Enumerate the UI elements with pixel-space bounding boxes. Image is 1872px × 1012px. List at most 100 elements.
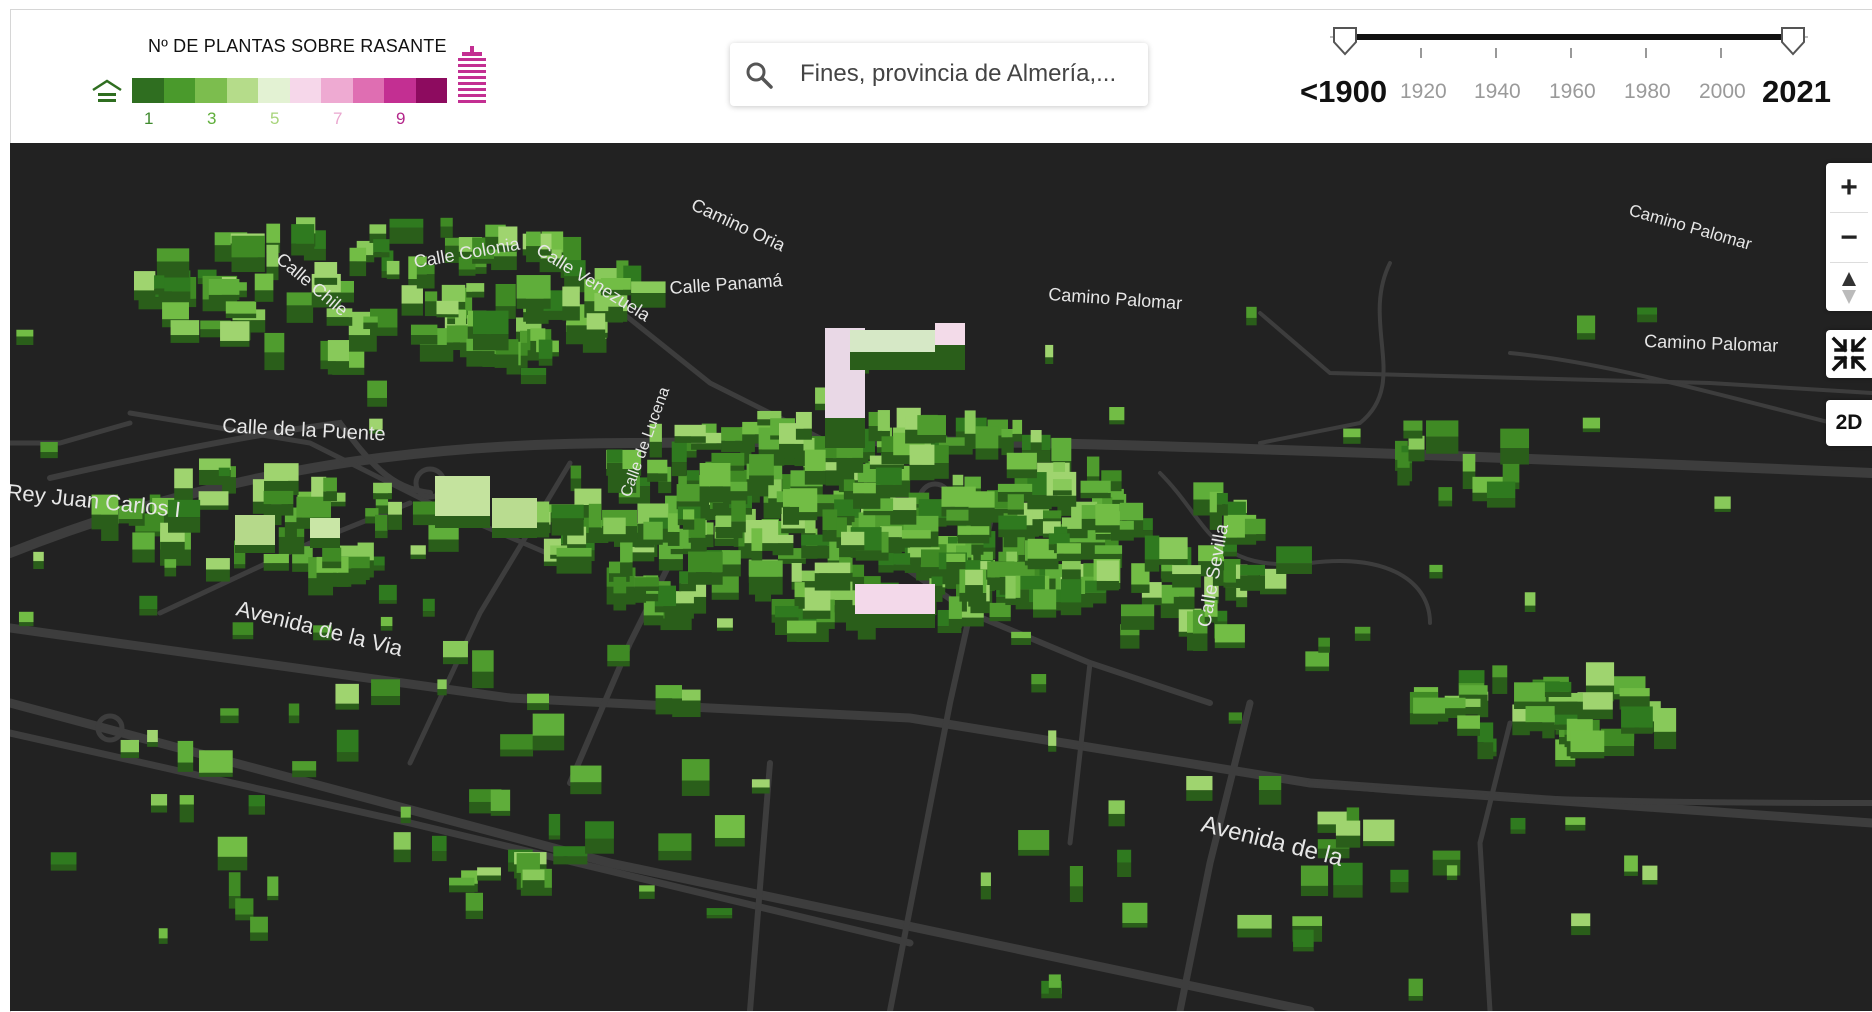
- building-roof: [1080, 480, 1111, 493]
- building-wall: [120, 752, 139, 758]
- building-roof: [1121, 604, 1155, 617]
- building-wall: [892, 564, 911, 571]
- building-roof: [520, 367, 547, 376]
- building-wall: [1046, 495, 1077, 507]
- building-wall: [490, 810, 511, 816]
- building-roof: [1500, 428, 1530, 449]
- timeline-start-handle[interactable]: [1332, 26, 1358, 56]
- building-roof: [548, 813, 561, 836]
- building-roof: [562, 286, 580, 307]
- map-3d-view[interactable]: Calle Colonia Calle Venezuela Calle Chil…: [10, 143, 1872, 1011]
- building-wall: [786, 633, 817, 642]
- building-roof: [266, 223, 281, 243]
- building-wall: [804, 470, 826, 485]
- building-wall: [401, 303, 423, 316]
- building-wall: [1544, 691, 1572, 697]
- timeline-end-handle[interactable]: [1780, 26, 1806, 56]
- timeline-tick-label: 1940: [1474, 80, 1521, 103]
- building-roof: [424, 291, 438, 302]
- building-roof: [997, 483, 1033, 492]
- building-wall: [389, 227, 424, 244]
- building-wall: [179, 804, 194, 823]
- building-roof: [1502, 463, 1520, 483]
- building-roof: [1048, 974, 1061, 988]
- building-wall: [139, 609, 158, 616]
- building-roof: [158, 928, 168, 939]
- building-roof: [1228, 712, 1242, 721]
- legend-number: 9: [396, 109, 406, 128]
- building-wall: [548, 835, 561, 840]
- building-wall: [170, 335, 200, 343]
- building-wall: [323, 491, 337, 502]
- zoom-in-button[interactable]: +: [1826, 163, 1872, 212]
- building-wall: [1052, 490, 1072, 496]
- building-roof: [386, 260, 400, 275]
- building-roof: [1109, 407, 1125, 421]
- building-wall: [1011, 638, 1031, 645]
- building-roof: [1007, 494, 1024, 510]
- building-roof: [516, 275, 551, 299]
- building-wall: [1318, 646, 1330, 653]
- building-roof: [490, 789, 511, 811]
- building-roof: [639, 885, 655, 892]
- building-roof: [380, 616, 393, 627]
- search-box[interactable]: [730, 43, 1148, 106]
- building-wall: [492, 528, 537, 538]
- collapse-icon: [1831, 336, 1867, 372]
- building-roof: [133, 271, 156, 291]
- building-wall: [1276, 563, 1312, 574]
- building-roof: [267, 876, 279, 896]
- building-wall: [1403, 430, 1423, 439]
- road-network: [10, 261, 1872, 1011]
- building-wall: [1027, 558, 1059, 570]
- building-wall: [154, 288, 165, 295]
- legend-color-scale: [132, 78, 447, 103]
- building-wall: [150, 805, 168, 813]
- search-icon: [746, 62, 773, 89]
- building-wall: [198, 772, 233, 777]
- building-roof: [1172, 565, 1201, 575]
- building-wall: [989, 617, 1011, 622]
- building-wall: [50, 864, 77, 871]
- building-wall: [909, 464, 935, 481]
- building-wall: [363, 322, 378, 330]
- building-wall: [466, 291, 485, 298]
- building-wall: [1236, 597, 1248, 608]
- building-roof: [477, 867, 501, 876]
- building-roof: [909, 444, 935, 465]
- building-wall: [373, 252, 390, 258]
- building-roof: [40, 442, 58, 453]
- building-roof: [437, 679, 447, 690]
- building-roof: [1031, 674, 1047, 685]
- building-roof: [1429, 564, 1443, 573]
- toggle-2d-button[interactable]: 2D: [1826, 400, 1872, 446]
- zoom-out-button[interactable]: −: [1826, 213, 1872, 262]
- search-input[interactable]: [800, 57, 1130, 91]
- building-roof: [291, 224, 315, 244]
- building-wall: [436, 314, 459, 318]
- building-roof: [968, 491, 995, 508]
- building-roof: [388, 501, 402, 515]
- building-wall: [422, 611, 435, 617]
- timeline-tick: [1420, 48, 1422, 58]
- building-wall: [1216, 504, 1228, 516]
- building-wall: [91, 514, 119, 530]
- building-wall: [310, 538, 340, 548]
- building-wall: [440, 226, 453, 238]
- building-roof: [449, 877, 475, 886]
- collapse-button[interactable]: [1826, 330, 1872, 378]
- building-roof: [686, 470, 700, 481]
- building-roof: [1246, 306, 1257, 318]
- building-roof: [1048, 533, 1070, 545]
- year-range-slider[interactable]: <1900 1920 1940 1960 1980 2000 2021: [1290, 18, 1850, 118]
- building-wall: [1714, 508, 1731, 512]
- building-roof: [822, 509, 838, 531]
- building-wall: [655, 698, 683, 715]
- building-wall: [477, 875, 501, 881]
- building-roof: [814, 562, 851, 574]
- compass-button[interactable]: [1826, 263, 1872, 312]
- tall-building-icon: [458, 46, 486, 103]
- building-roof: [1343, 428, 1361, 438]
- building-wall: [825, 418, 865, 448]
- building-roof: [472, 310, 509, 335]
